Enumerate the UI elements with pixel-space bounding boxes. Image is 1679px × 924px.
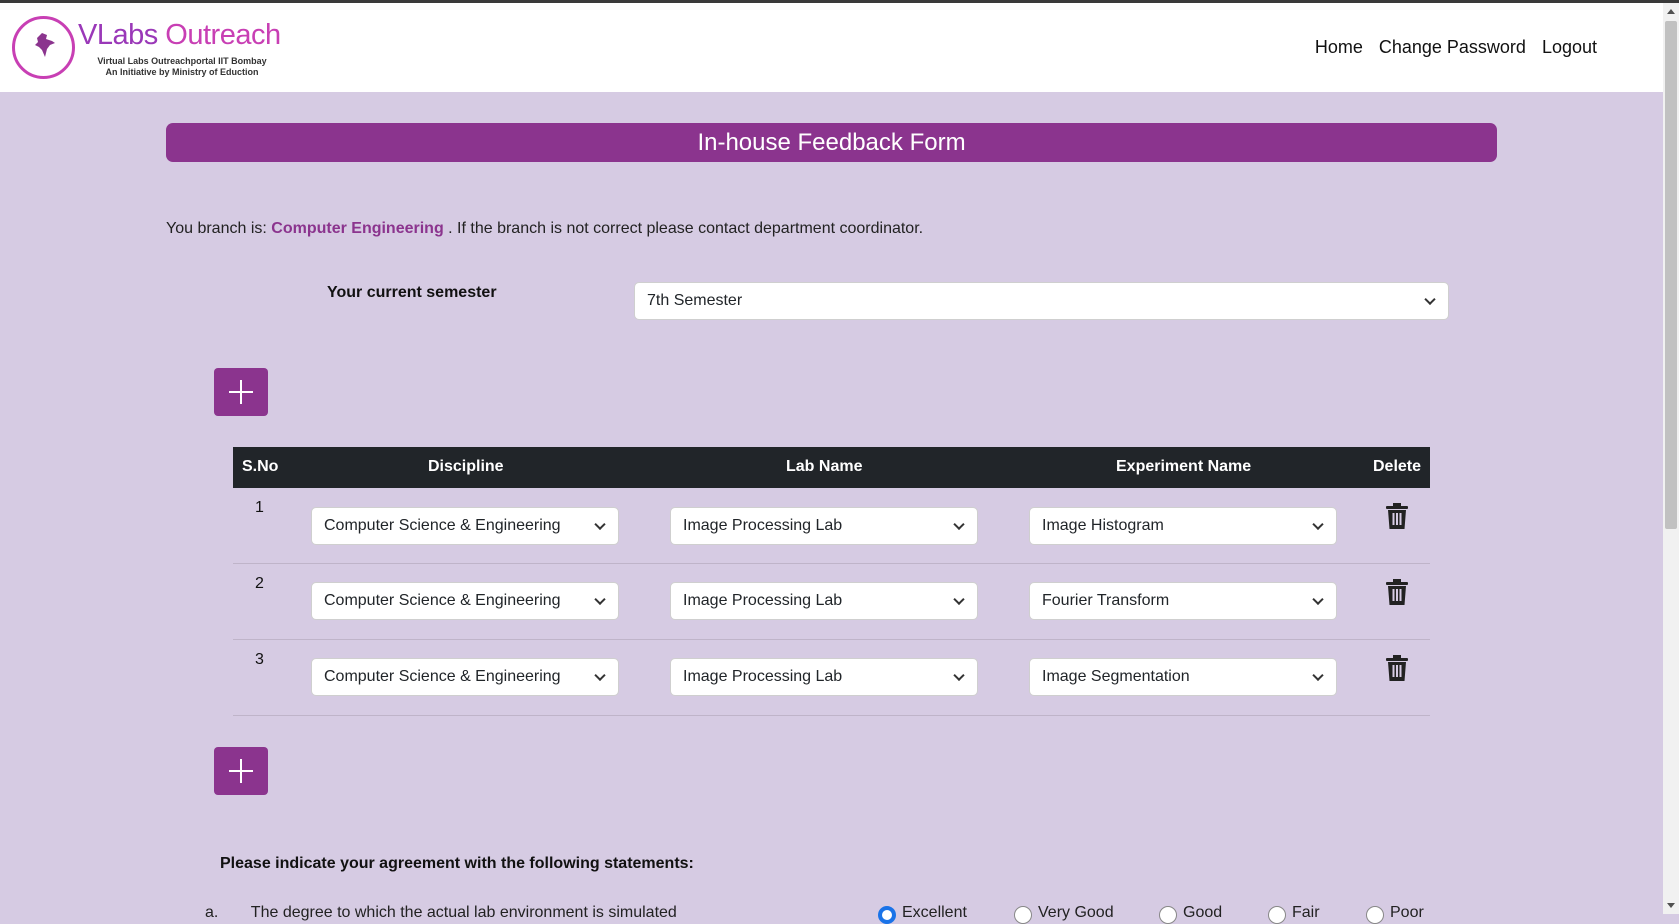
- trash-icon[interactable]: [1386, 503, 1408, 529]
- navbar: VLabs Outreach Virtual Labs Outreachport…: [0, 3, 1663, 92]
- radio-button[interactable]: [1014, 906, 1032, 924]
- radio-button[interactable]: [1159, 906, 1177, 924]
- brand-tagline: An Initiative by Ministry of Eduction: [105, 67, 259, 77]
- chevron-down-icon: [594, 518, 606, 531]
- chevron-down-icon: [953, 593, 965, 606]
- semester-select[interactable]: 7th Semester: [634, 282, 1449, 320]
- statement-text: The degree to which the actual lab envir…: [250, 904, 677, 921]
- form-title: In-house Feedback Form: [166, 123, 1497, 162]
- radio-button[interactable]: [1268, 906, 1286, 924]
- lab-select[interactable]: Image Processing Lab: [670, 658, 978, 696]
- row-divider: [233, 639, 1430, 640]
- radio-good[interactable]: Good: [1159, 904, 1222, 924]
- nav-change-password-link[interactable]: Change Password: [1371, 37, 1534, 58]
- row-sno: 1: [255, 499, 264, 516]
- row-divider: [233, 563, 1430, 564]
- col-header-sno: S.No: [242, 458, 279, 475]
- lab-select[interactable]: Image Processing Lab: [670, 582, 978, 620]
- chevron-down-icon: [1312, 518, 1324, 531]
- discipline-select[interactable]: Computer Science & Engineering: [311, 582, 619, 620]
- radio-very-good[interactable]: Very Good: [1014, 904, 1114, 924]
- experiments-table-header: S.No Discipline Lab Name Experiment Name…: [233, 447, 1430, 488]
- chevron-down-icon: [1424, 293, 1436, 306]
- row-sno: 2: [255, 575, 264, 592]
- chevron-down-icon: [1312, 593, 1324, 606]
- chevron-down-icon: [594, 669, 606, 682]
- col-header-experiment: Experiment Name: [1116, 458, 1252, 475]
- semester-label: Your current semester: [327, 284, 497, 301]
- radio-button[interactable]: [878, 906, 896, 924]
- nav-links: Home Change Password Logout: [1307, 37, 1605, 58]
- logo[interactable]: [12, 16, 75, 79]
- row-sno: 3: [255, 651, 264, 668]
- page-scrollbar[interactable]: [1663, 3, 1679, 914]
- india-map-icon: [35, 33, 55, 57]
- branch-info: You branch is: Computer Engineering . If…: [166, 220, 924, 237]
- nav-logout-link[interactable]: Logout: [1534, 37, 1605, 58]
- experiment-select[interactable]: Fourier Transform: [1029, 582, 1337, 620]
- trash-icon[interactable]: [1386, 655, 1408, 681]
- lab-select[interactable]: Image Processing Lab: [670, 507, 978, 545]
- discipline-select[interactable]: Computer Science & Engineering: [311, 507, 619, 545]
- col-header-lab: Lab Name: [786, 458, 863, 475]
- add-row-button[interactable]: [214, 747, 268, 795]
- agreement-title: Please indicate your agreement with the …: [220, 855, 694, 872]
- scroll-up-arrow-icon[interactable]: [1667, 9, 1675, 14]
- brand-subtitle: Virtual Labs Outreachportal IIT Bombay: [97, 56, 267, 66]
- chevron-down-icon: [1312, 669, 1324, 682]
- statement-row: a. The degree to which the actual lab en…: [205, 904, 677, 922]
- row-divider: [233, 715, 1430, 716]
- radio-poor[interactable]: Poor: [1366, 904, 1424, 924]
- add-row-button[interactable]: [214, 368, 268, 416]
- branch-value: Computer Engineering: [271, 220, 444, 237]
- discipline-select[interactable]: Computer Science & Engineering: [311, 658, 619, 696]
- col-header-delete: Delete: [1373, 458, 1422, 475]
- chevron-down-icon: [953, 518, 965, 531]
- trash-icon[interactable]: [1386, 579, 1408, 605]
- col-header-discipline: Discipline: [428, 458, 504, 475]
- chevron-down-icon: [953, 669, 965, 682]
- radio-fair[interactable]: Fair: [1268, 904, 1320, 924]
- plus-icon: [229, 380, 253, 404]
- plus-icon: [229, 759, 253, 783]
- brand-title: VLabs Outreach: [78, 19, 281, 51]
- scroll-down-arrow-icon[interactable]: [1667, 903, 1675, 908]
- experiment-select[interactable]: Image Histogram: [1029, 507, 1337, 545]
- chevron-down-icon: [594, 593, 606, 606]
- statement-index: a.: [205, 904, 219, 921]
- experiment-select[interactable]: Image Segmentation: [1029, 658, 1337, 696]
- scroll-thumb[interactable]: [1665, 21, 1677, 529]
- nav-home-link[interactable]: Home: [1307, 37, 1371, 58]
- radio-excellent[interactable]: Excellent: [878, 904, 967, 924]
- radio-button[interactable]: [1366, 906, 1384, 924]
